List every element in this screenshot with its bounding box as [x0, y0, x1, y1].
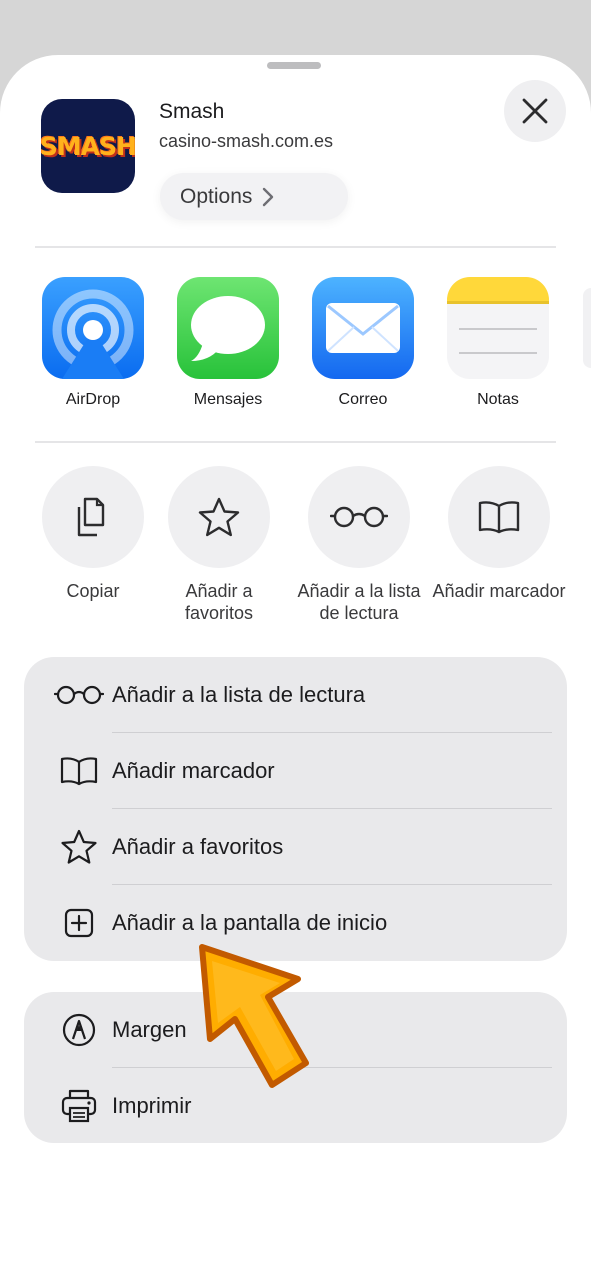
share-app-notes[interactable]: Notas: [446, 277, 550, 409]
share-app-label: Notas: [477, 391, 519, 408]
menu-item-label: Añadir a favoritos: [112, 834, 284, 859]
site-name: Smash: [159, 100, 225, 123]
menu-item-label: Añadir a la pantalla de inicio: [112, 910, 388, 935]
action-add-bookmark[interactable]: Añadir marcador: [429, 466, 569, 602]
site-url: casino-smash.com.es: [159, 131, 334, 151]
book-icon: [478, 501, 520, 534]
notes-icon: [447, 277, 549, 379]
options-label: Options: [180, 184, 253, 208]
printer-icon: [61, 1089, 97, 1123]
menu-item-label: Añadir a la lista de lectura: [112, 682, 366, 707]
airdrop-icon: [42, 277, 144, 379]
share-app-mail[interactable]: Correo: [311, 277, 415, 409]
star-icon: [61, 829, 97, 864]
plus-square-icon: [64, 908, 94, 938]
share-app-airdrop[interactable]: AirDrop: [41, 277, 145, 409]
share-app-label: Correo: [338, 391, 388, 408]
share-app-label: Mensajes: [193, 391, 263, 408]
options-button[interactable]: Options: [160, 173, 348, 220]
star-icon: [198, 497, 240, 537]
action-add-favorites[interactable]: Añadir a favoritos: [149, 466, 289, 624]
copy-icon: [77, 497, 105, 537]
site-app-icon: SMASH: [41, 99, 135, 193]
menu-group-add: Añadir a la lista de lectura Añadir marc…: [24, 657, 567, 961]
mail-icon: [312, 277, 414, 379]
share-app-messages[interactable]: Mensajes: [176, 277, 280, 409]
glasses-icon: [330, 506, 388, 528]
action-copy[interactable]: Copiar: [23, 466, 163, 602]
book-icon: [60, 757, 98, 786]
action-label: Añadir marcador: [432, 581, 566, 601]
menu-item-bookmark[interactable]: Añadir marcador: [24, 733, 567, 809]
site-logo-text: SMASH: [41, 131, 135, 161]
glasses-icon: [54, 685, 104, 705]
apps-divider: [35, 441, 556, 443]
close-button[interactable]: [504, 80, 566, 142]
menu-item-label: Añadir marcador: [112, 758, 275, 783]
chevron-right-icon: [262, 187, 274, 207]
header-divider: [35, 246, 556, 248]
menu-item-reading-list[interactable]: Añadir a la lista de lectura: [24, 657, 567, 733]
menu-item-favorites[interactable]: Añadir a favoritos: [24, 809, 567, 885]
pointer-arrow-icon: [199, 944, 309, 1088]
action-label: Añadir a la lista de lectura: [297, 581, 421, 623]
share-app-label: AirDrop: [65, 391, 121, 408]
markup-icon: [62, 1013, 96, 1047]
action-add-reading-list[interactable]: Añadir a la lista de lectura: [289, 466, 429, 624]
share-app-next-peek[interactable]: [583, 288, 591, 368]
action-label: Añadir a favoritos: [184, 581, 254, 623]
menu-item-label: Margen: [112, 1017, 187, 1042]
messages-icon: [177, 277, 279, 379]
action-label: Copiar: [66, 581, 120, 601]
close-icon: [522, 98, 548, 124]
sheet-grabber[interactable]: [267, 62, 321, 69]
